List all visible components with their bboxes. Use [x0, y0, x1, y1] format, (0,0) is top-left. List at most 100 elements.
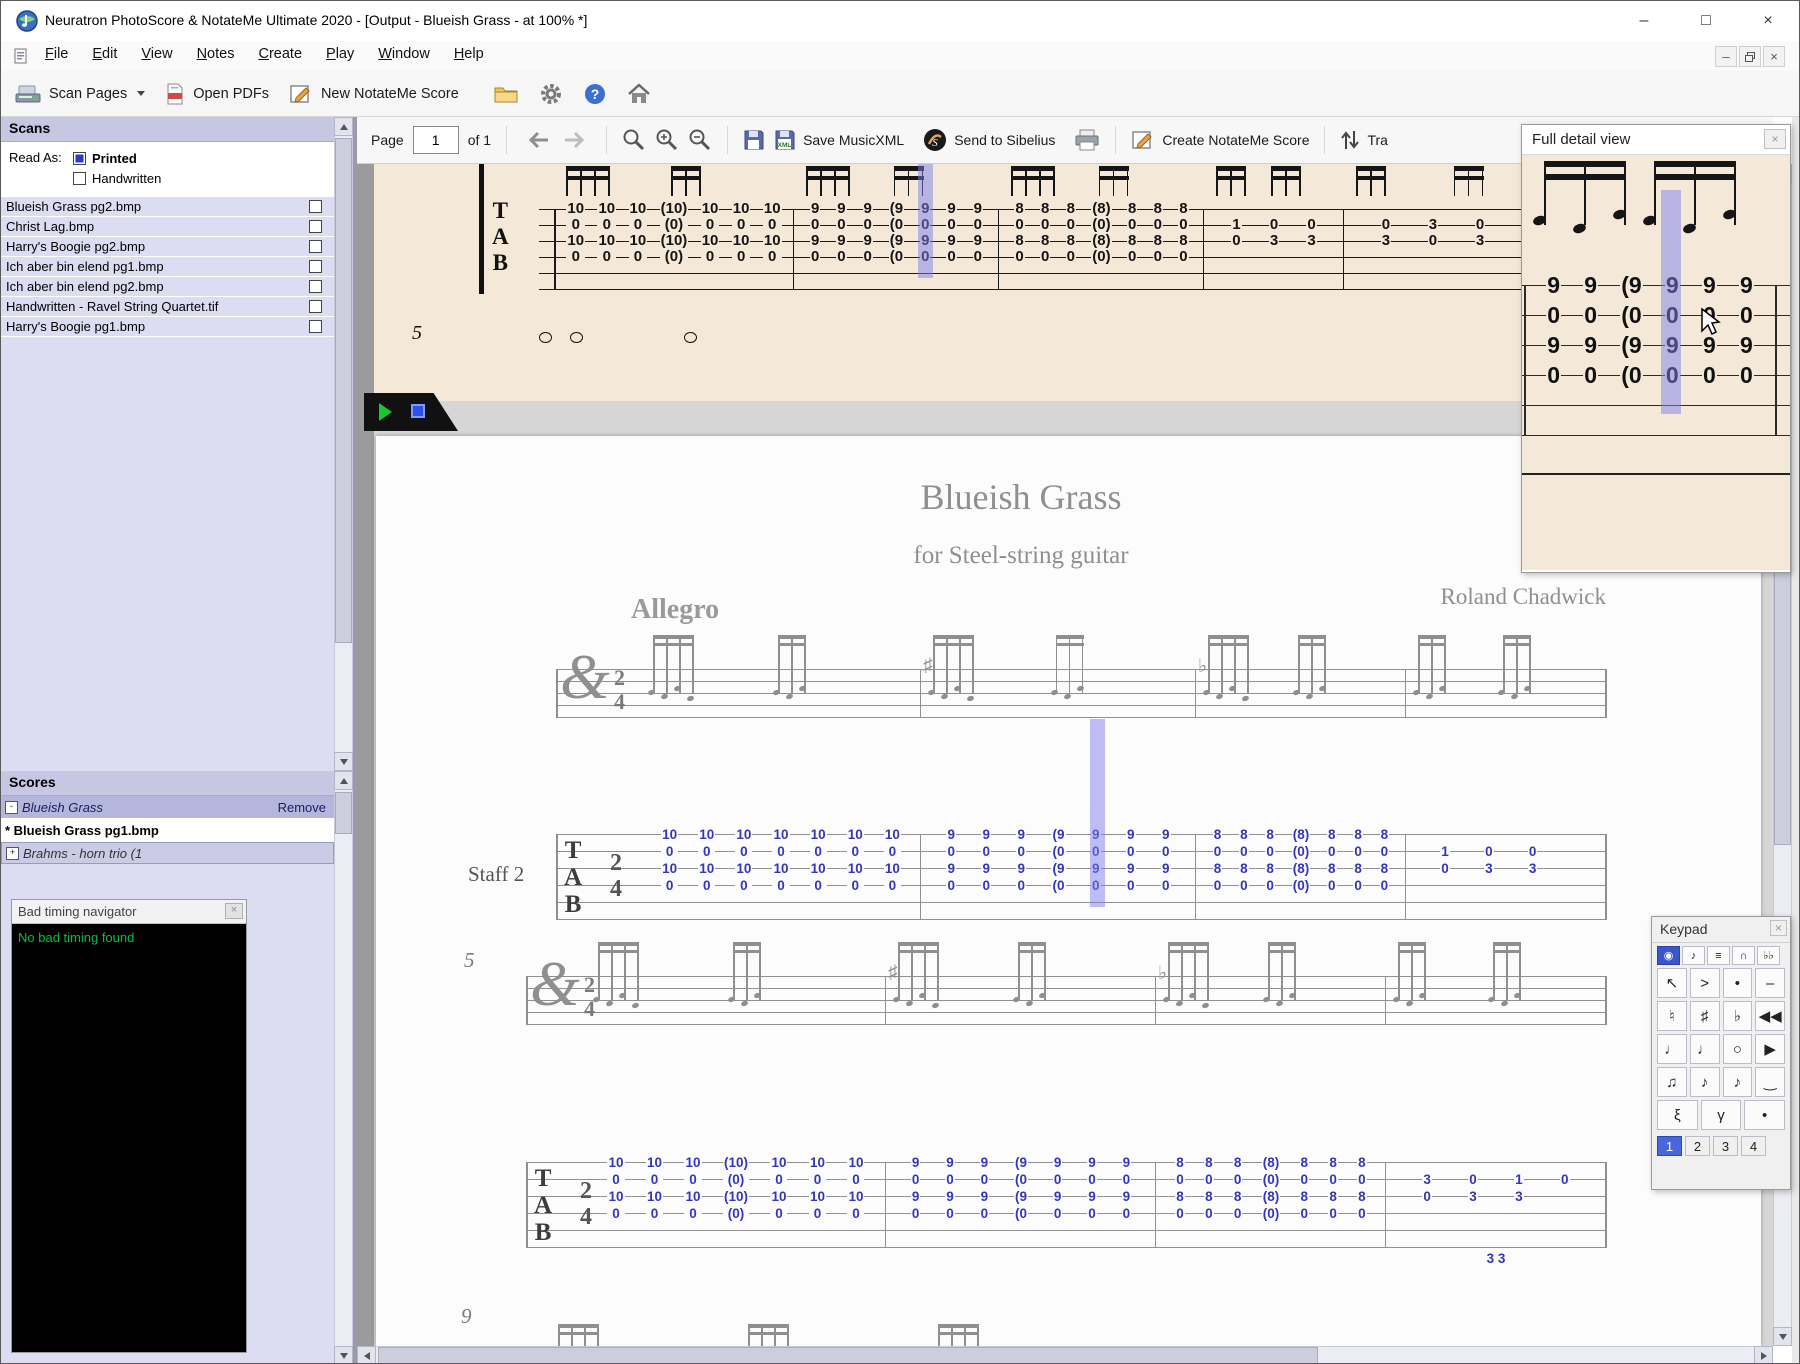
tab-note-column[interactable]: 10 0 10 0 [883, 825, 901, 894]
tab-note-column[interactable]: 13 [1514, 1154, 1524, 1222]
tab-note-column[interactable]: 8080 [1014, 201, 1025, 265]
scroll-up-icon[interactable] [334, 117, 353, 136]
keypad-small-button[interactable]: ∩ [1732, 946, 1755, 965]
page-number-input[interactable] [412, 126, 459, 154]
keypad-button[interactable]: ‿ [1755, 1067, 1785, 1097]
tab-note-column[interactable]: 9090 [946, 825, 956, 894]
tab-note-column[interactable]: (9 (0 (9 (0 [1013, 1153, 1028, 1222]
tab-note-column[interactable]: 8080 [1212, 825, 1223, 894]
tab-note-column[interactable]: 10 0 10 0 [628, 201, 648, 265]
tab-note-column[interactable]: 10 0 10 0 [735, 825, 753, 894]
close-button[interactable]: × [1737, 1, 1799, 41]
tab-note-column[interactable]: 8080 [1265, 825, 1275, 894]
tab-note-column[interactable]: 03 [1527, 826, 1538, 894]
keypad-tab[interactable]: 1 [1657, 1136, 1682, 1156]
note-group[interactable] [892, 942, 940, 1012]
transpose-button[interactable]: Tra [1340, 129, 1388, 151]
note-group[interactable] [1487, 942, 1522, 1012]
tab-note-column[interactable]: 8080 [1178, 201, 1189, 265]
tab-note-column[interactable]: 10 0 10 0 [684, 1153, 702, 1222]
dropdown-caret-icon[interactable] [137, 91, 146, 96]
full-detail-close-icon[interactable]: × [1764, 129, 1786, 149]
tab-measure[interactable]: 909090909090(9(0(9(0909090909090 [921, 825, 1196, 894]
tab-note-column[interactable]: 8080 [1379, 825, 1390, 894]
tab-measure[interactable]: 10 03 03 [1204, 201, 1344, 265]
tab-note-column[interactable]: 9090 [1583, 270, 1599, 390]
horizontal-scrollbar[interactable] [357, 1346, 1773, 1363]
keypad-button[interactable]: ○ [1722, 1034, 1753, 1064]
scan-file-row[interactable]: Handwritten - Ravel String Quartet.tif [1, 297, 334, 317]
keypad-small-button[interactable]: ♪ [1682, 946, 1705, 965]
mdi-restore-button[interactable] [1739, 46, 1761, 67]
tab-note-column[interactable]: 10 [1440, 826, 1450, 894]
note-group[interactable] [1497, 635, 1532, 705]
tab-note-column[interactable]: 10 0 10 0 [770, 1153, 788, 1222]
full-detail-titlebar[interactable]: Full detail view × [1522, 125, 1790, 155]
checked-checkbox[interactable] [73, 151, 86, 165]
scan-file-checkbox[interactable] [309, 320, 322, 333]
tab-note-column[interactable]: 8080 [1327, 825, 1337, 894]
tab-note-column[interactable]: (9 (0 (9 (0 [1051, 825, 1066, 894]
tab-note-column[interactable]: 8080 [1175, 1153, 1185, 1222]
tab-note-column[interactable]: (8) (0) (8) (0) [1291, 825, 1311, 894]
note-group[interactable] [592, 942, 640, 1012]
tab-measure[interactable]: 10 03 03 [1406, 826, 1606, 894]
read-as-option[interactable]: Handwritten [73, 168, 161, 188]
note-group[interactable] [1049, 635, 1085, 705]
menu-file[interactable]: File [33, 41, 80, 71]
keypad-button[interactable]: ξ [1657, 1100, 1698, 1130]
scan-file-row[interactable]: Blueish Grass pg2.bmp [1, 197, 334, 217]
tab-note-column[interactable]: 8080 [1126, 201, 1138, 265]
tab-note-column[interactable]: 8080 [1039, 201, 1051, 265]
previous-page-button[interactable] [522, 130, 552, 150]
send-to-sibelius-button[interactable]: S Send to Sibelius [923, 128, 1055, 152]
tab-note-column[interactable]: 30 [1427, 201, 1439, 265]
unchecked-checkbox[interactable] [73, 171, 86, 185]
keypad-small-button[interactable]: ♭♭ [1757, 946, 1780, 965]
tab-note-column[interactable]: 8080 [1299, 1153, 1310, 1222]
expand-toggle-icon[interactable]: - [5, 800, 18, 814]
tab-note-column[interactable]: (8) (0) (8) (0) [1091, 201, 1112, 265]
stop-button[interactable] [411, 404, 425, 418]
scan-pages-button[interactable]: Scan Pages [15, 83, 146, 105]
note-group[interactable] [1412, 635, 1447, 705]
tab-note-column[interactable]: 9090 [1738, 270, 1754, 390]
tab-measure[interactable]: 909090909090(9(0(9(0909090909090 [794, 201, 999, 265]
keypad-small-button[interactable]: ≡ [1707, 946, 1730, 965]
menu-help[interactable]: Help [442, 41, 496, 71]
keypad-button[interactable]: ▶ [1755, 1034, 1785, 1064]
tab-note-column[interactable]: 30 [1422, 1154, 1432, 1222]
keypad-button[interactable]: ♪ [1689, 1067, 1720, 1097]
note-group[interactable] [927, 635, 975, 705]
play-button[interactable] [379, 403, 392, 421]
scores-scrollbar[interactable] [334, 771, 353, 1363]
keypad-tab[interactable]: 3 [1713, 1136, 1738, 1156]
bad-timing-titlebar[interactable]: Bad timing navigator × [12, 900, 246, 924]
tab-note-column[interactable]: 9090 [809, 201, 821, 265]
scan-file-checkbox[interactable] [309, 220, 322, 233]
detail-content[interactable]: 90909090(9(0(9(0909090909090 [1522, 155, 1790, 570]
tab-note-column[interactable]: 10 0 10 0 [762, 201, 782, 265]
mdi-minimize-button[interactable]: – [1715, 46, 1737, 67]
tab-note-column[interactable]: 03 [1268, 201, 1280, 265]
tab-note-column[interactable]: 10 [1231, 201, 1242, 265]
maximize-button[interactable]: □ [1675, 1, 1737, 41]
keypad-button[interactable]: ♮ [1657, 1001, 1687, 1031]
menu-create[interactable]: Create [246, 41, 314, 71]
note-group[interactable] [727, 942, 762, 1012]
tab-note-column[interactable]: 10 0 10 0 [731, 201, 751, 265]
expand-toggle-icon[interactable]: + [6, 846, 19, 860]
keypad-button[interactable]: ♩ [1689, 1034, 1720, 1064]
tab-measure[interactable]: 10 0 10 0 10 0 10 0 10 0 10 0 10 0 10 0 10 0 10 0 10 0 10 0 10 0 1… [641, 825, 921, 894]
note-group[interactable] [748, 1324, 789, 1346]
open-folder-button[interactable] [493, 84, 519, 104]
scan-file-checkbox[interactable] [309, 280, 322, 293]
tab-note-column[interactable]: 9090 [1016, 825, 1026, 894]
tab-note-column[interactable]: (9 (0 (9 (0 [888, 201, 905, 265]
new-notateme-button[interactable]: New NotateMe Score [289, 83, 459, 105]
tab-note-column[interactable]: 9090 [981, 825, 991, 894]
tab-note-column[interactable]: 9090 [1087, 1153, 1097, 1222]
tab-note-column[interactable]: 10 0 10 0 [597, 201, 617, 265]
scroll-left-icon[interactable] [357, 1346, 376, 1363]
tab-note-column[interactable]: 10 0 10 0 [846, 825, 864, 894]
